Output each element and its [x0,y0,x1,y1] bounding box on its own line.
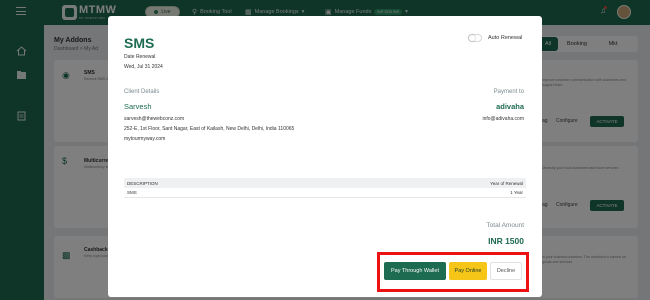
date-renewal-label: Date Renewal [124,54,156,60]
renewal-table: DESCRIPTION Year of Renewal SMS 1 Year [124,178,526,198]
auto-renewal-label: Auto Renewal [488,35,523,41]
client-email: sarvesh@thewebconz.com [124,116,185,122]
client-website: mytourmyway.com [124,136,166,142]
payee-email: info@adivaha.com [482,116,525,122]
pay-through-wallet-button[interactable]: Pay Through Wallet [384,262,446,280]
cell-description: SMS [127,190,137,195]
total-amount-value: INR 1500 [488,236,524,246]
toggle-knob [469,35,475,41]
client-details-label: Client Details [124,89,160,95]
date-renewal-value: Wed, Jul 31 2024 [124,64,163,70]
client-address: 252-E, 1st Floor, Sant Nagar, East of Ka… [124,126,295,132]
pay-online-button[interactable]: Pay Online [449,262,487,280]
client-name: Sarvesh [124,102,152,111]
column-header-description: DESCRIPTION [127,180,158,186]
auto-renewal-toggle[interactable] [468,34,482,42]
table-row: SMS 1 Year [124,188,526,198]
decline-button[interactable]: Decline [490,262,522,280]
total-amount-label: Total Amount [486,222,524,229]
modal-title: SMS [124,35,155,51]
payment-to-label: Payment to [493,89,524,95]
table-header: DESCRIPTION Year of Renewal [124,178,526,188]
payee-name: adivaha [496,102,524,111]
column-header-year: Year of Renewal [490,180,523,186]
cell-year: 1 Year [510,190,523,195]
